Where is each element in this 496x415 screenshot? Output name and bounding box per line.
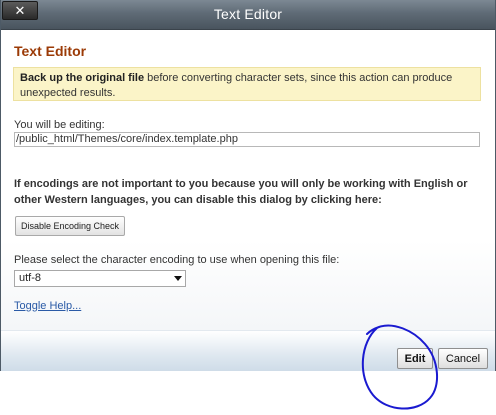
window-title: Text Editor — [213, 6, 283, 22]
editing-label: You will be editing: — [14, 119, 105, 131]
dialog-content: Text Editor Back up the original file be… — [1, 30, 495, 330]
encoding-note: If encodings are not important to you be… — [14, 178, 468, 206]
text-editor-dialog: ✕ Text Editor Text Editor Back up the or… — [0, 0, 496, 371]
toggle-help-link[interactable]: Toggle Help... — [14, 300, 81, 312]
backup-warning: Back up the original file before convert… — [13, 67, 481, 101]
disable-encoding-check-button[interactable]: Disable Encoding Check — [15, 216, 125, 236]
page-title: Text Editor — [14, 43, 87, 59]
cancel-button[interactable]: Cancel — [438, 348, 488, 369]
file-path-field: /public_html/Themes/core/index.template.… — [14, 132, 480, 147]
encoding-select-label: Please select the character encoding to … — [14, 254, 340, 266]
title-bar[interactable]: ✕ Text Editor — [1, 0, 495, 30]
encoding-select[interactable]: utf-8 — [14, 270, 186, 287]
warning-bold-text: Back up the original file — [20, 72, 145, 84]
chevron-down-icon — [174, 276, 182, 281]
dialog-footer: Edit Cancel — [1, 330, 495, 371]
encoding-selected-value: utf-8 — [19, 272, 42, 284]
edit-button[interactable]: Edit — [397, 348, 433, 369]
